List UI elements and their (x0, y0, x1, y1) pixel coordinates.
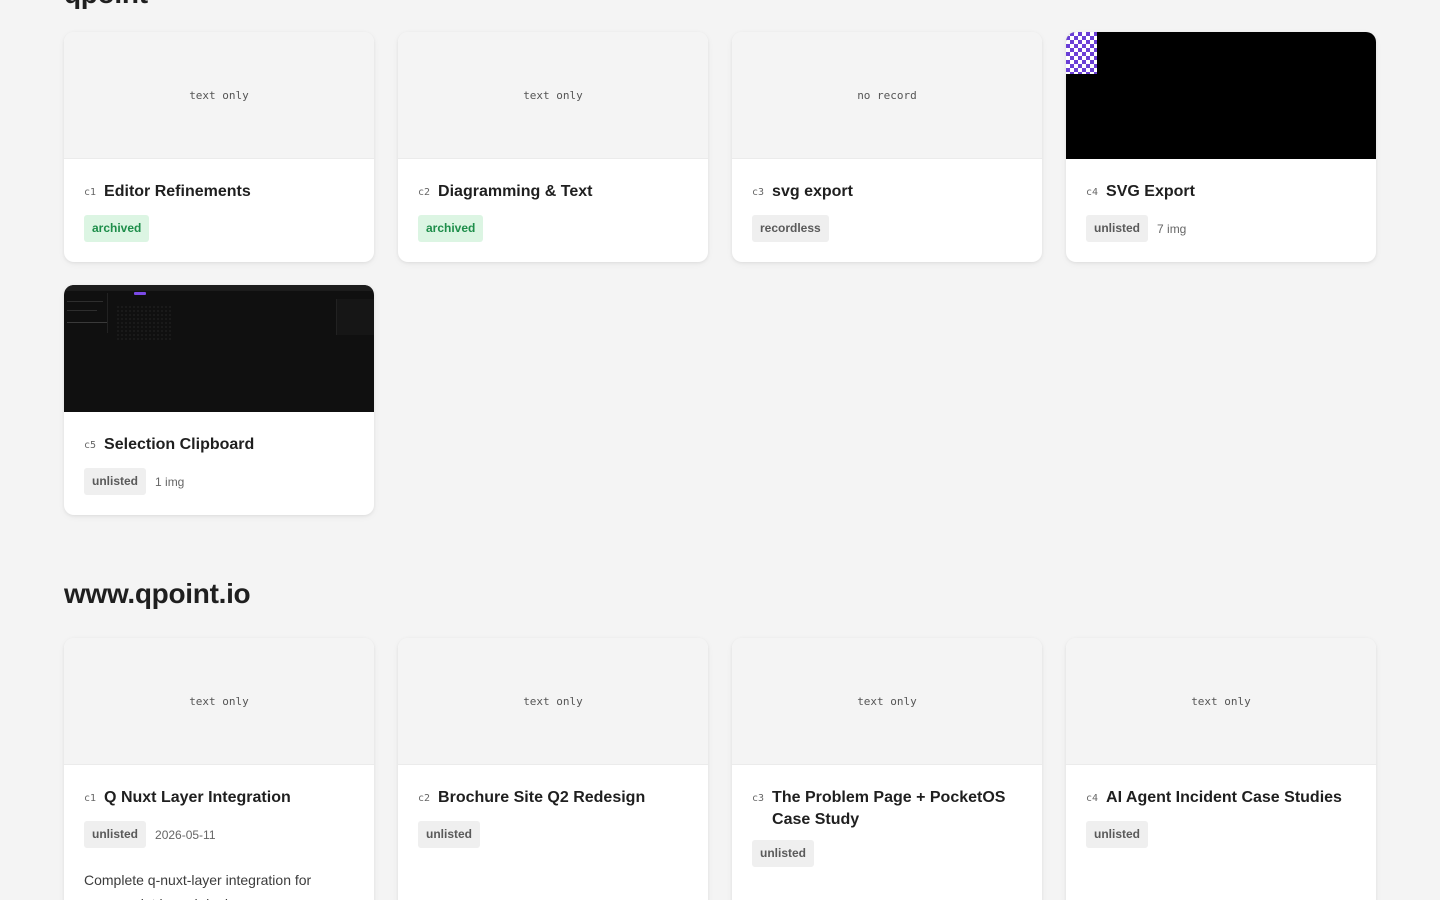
card-title: Diagramming & Text (438, 183, 593, 200)
card-thumbnail: text only (398, 638, 708, 765)
card-editor-refinements[interactable]: text only c1 Editor Refinements archived (64, 32, 374, 262)
card-id: c2 (418, 187, 431, 198)
section-title-www-qpoint: www.qpoint.io (64, 578, 251, 609)
status-badge: unlisted (752, 840, 815, 867)
status-badge: archived (418, 215, 484, 242)
card-title: Selection Clipboard (104, 436, 255, 453)
app-screenshot-line (67, 322, 107, 323)
card-ai-agent-incident[interactable]: text only c4 AI Agent Incident Case Stud… (1066, 638, 1376, 900)
card-id: c3 (752, 187, 765, 198)
card-title: svg export (772, 183, 853, 200)
card-thumbnail: text only (1066, 638, 1376, 765)
card-thumbnail: no record (732, 32, 1042, 159)
card-thumbnail: text only (732, 638, 1042, 765)
card-title: SVG Export (1106, 183, 1195, 200)
checkerboard-image (1066, 32, 1097, 74)
card-thumbnail-image (1066, 32, 1376, 159)
app-screenshot-accent (134, 292, 146, 295)
card-id: c5 (84, 440, 97, 451)
thumbnail-placeholder: text only (1191, 694, 1251, 708)
card-selection-clipboard[interactable]: c5 Selection Clipboard unlisted 1 img (64, 285, 374, 515)
card-thumbnail: text only (64, 638, 374, 765)
card-id: c3 (752, 793, 765, 804)
app-screenshot-sidebar (64, 293, 108, 333)
app-screenshot-line (67, 310, 97, 311)
card-date: 2026-05-11 (155, 827, 216, 842)
thumbnail-placeholder: text only (523, 88, 583, 102)
card-svg-export-lower[interactable]: no record c3 svg export recordless (732, 32, 1042, 262)
thumbnail-placeholder: no record (857, 88, 917, 102)
card-id: c1 (84, 793, 97, 804)
status-badge: recordless (752, 215, 829, 242)
app-screenshot-line (67, 301, 103, 302)
status-badge: unlisted (1086, 821, 1149, 848)
image-count: 1 img (155, 474, 185, 489)
app-screenshot-canvas (116, 305, 172, 341)
card-q-nuxt-layer[interactable]: text only c1 Q Nuxt Layer Integration un… (64, 638, 374, 900)
status-badge: unlisted (84, 468, 147, 495)
card-svg-export[interactable]: c4 SVG Export unlisted 7 img (1066, 32, 1376, 262)
thumbnail-placeholder: text only (189, 694, 249, 708)
card-brochure-site[interactable]: text only c2 Brochure Site Q2 Redesign u… (398, 638, 708, 900)
card-description: Complete q-nuxt-layer integration for ww… (84, 872, 312, 900)
card-title: Editor Refinements (104, 183, 251, 200)
app-screenshot-panel (336, 299, 374, 335)
status-badge: archived (84, 215, 150, 242)
card-title: The Problem Page + PocketOS Case Study (772, 789, 1006, 828)
card-id: c1 (84, 187, 97, 198)
thumbnail-placeholder: text only (189, 88, 249, 102)
section-title: qpoint (64, 0, 148, 10)
thumbnail-placeholder: text only (523, 694, 583, 708)
status-badge: unlisted (84, 821, 147, 848)
card-thumbnail: text only (398, 32, 708, 159)
card-id: c2 (418, 793, 431, 804)
card-title: Q Nuxt Layer Integration (104, 789, 291, 806)
thumbnail-placeholder: text only (857, 694, 917, 708)
card-thumbnail: text only (64, 32, 374, 159)
card-problem-page[interactable]: text only c3 The Problem Page + PocketOS… (732, 638, 1042, 900)
card-title: AI Agent Incident Case Studies (1106, 789, 1342, 806)
card-id: c4 (1086, 793, 1099, 804)
status-badge: unlisted (1086, 215, 1149, 242)
card-diagramming-text[interactable]: text only c2 Diagramming & Text archived (398, 32, 708, 262)
image-count: 7 img (1157, 221, 1187, 236)
card-thumbnail-image (64, 285, 374, 412)
card-id: c4 (1086, 187, 1099, 198)
card-title: Brochure Site Q2 Redesign (438, 789, 646, 806)
app-screenshot-toolbar (64, 285, 374, 291)
status-badge: unlisted (418, 821, 481, 848)
